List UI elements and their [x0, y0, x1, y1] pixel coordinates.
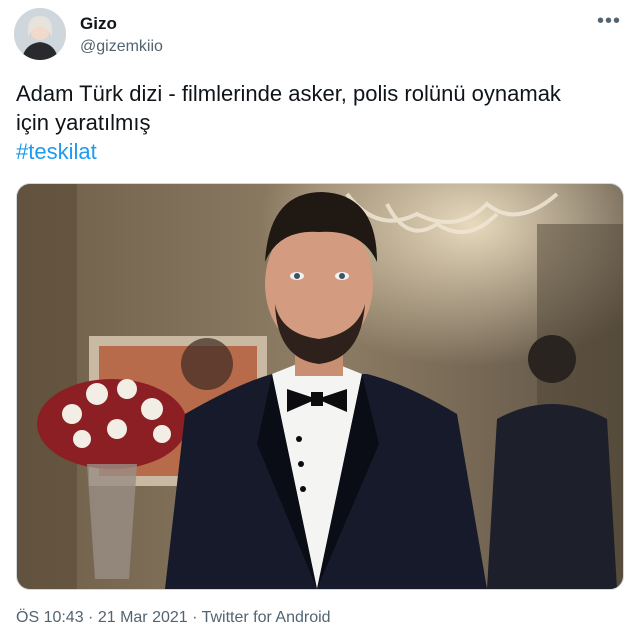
author-avatar[interactable]	[14, 8, 66, 60]
more-dots-icon[interactable]: •••	[597, 10, 621, 33]
tweet-time[interactable]: ÖS 10:43	[16, 609, 84, 626]
hashtag-link[interactable]: #teskilat	[16, 137, 616, 166]
author-handle[interactable]: @gizemkiio	[80, 38, 163, 56]
tweet-header: Gizo @gizemkiio •••	[14, 8, 621, 64]
tweet-text-line: için yaratılmış	[16, 110, 151, 135]
tweet-metadata: ÖS 10:43 · 21 Mar 2021 · Twitter for And…	[16, 609, 331, 627]
photo-image	[17, 184, 623, 589]
user-avatar-icon	[14, 8, 66, 60]
tweet-text-line: Adam Türk dizi - filmlerinde asker, poli…	[16, 81, 561, 106]
tweet-text: Adam Türk dizi - filmlerinde asker, poli…	[16, 79, 616, 166]
tweet-source[interactable]: Twitter for Android	[202, 609, 331, 626]
tweet-date[interactable]: 21 Mar 2021	[98, 609, 188, 626]
tweet-photo[interactable]	[16, 183, 624, 590]
meta-separator: ·	[187, 609, 202, 626]
meta-separator: ·	[83, 609, 98, 626]
author-display-name[interactable]: Gizo	[80, 14, 117, 34]
